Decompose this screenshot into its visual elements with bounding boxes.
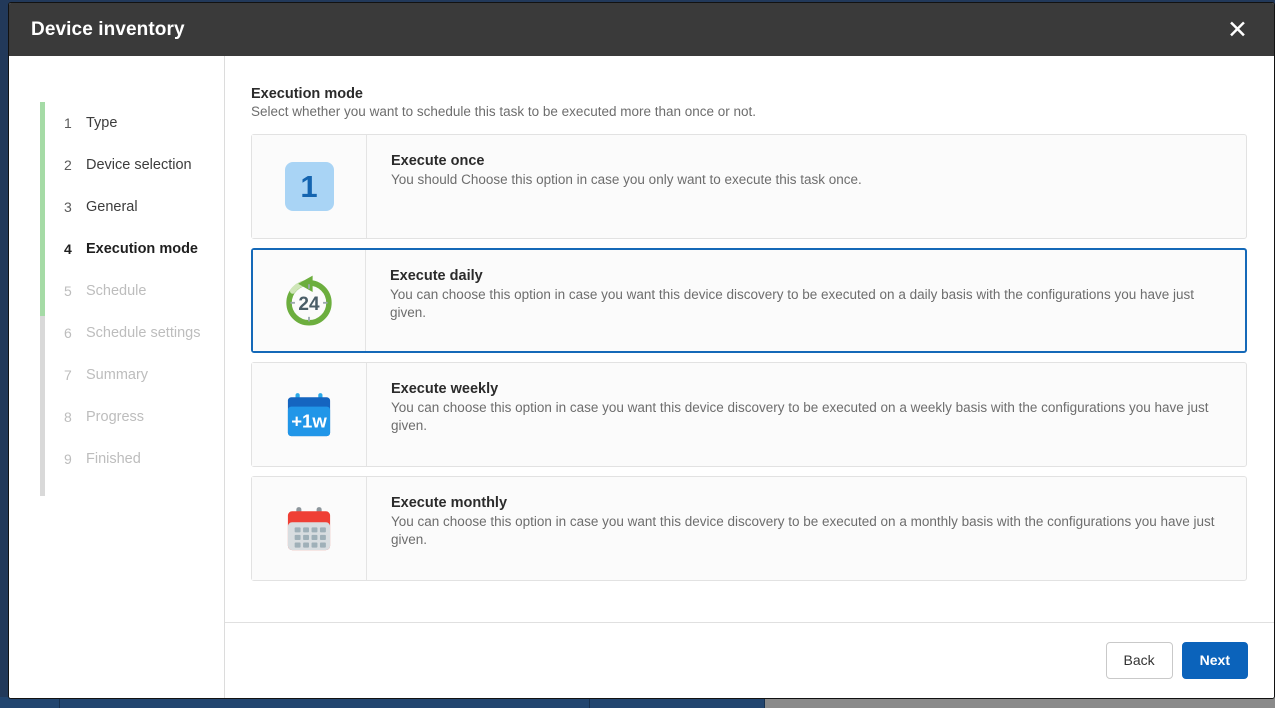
number-one-icon: 1	[284, 162, 334, 211]
option-title: Execute once	[391, 153, 485, 169]
device-inventory-dialog: Device inventory ✕ 1 Type 2 Device selec…	[8, 2, 1275, 699]
option-icon-cell: 1	[252, 135, 367, 238]
step-label: General	[86, 199, 138, 215]
main-pane: Execution mode Select whether you want t…	[225, 56, 1274, 698]
step-number: 2	[64, 157, 72, 173]
option-icon-cell: 24	[253, 250, 366, 351]
dialog-footer: Back Next	[225, 622, 1274, 698]
option-text-cell: Execute daily You can choose this option…	[366, 250, 1245, 351]
option-description: You can choose this option in case you w…	[390, 287, 1194, 320]
back-button[interactable]: Back	[1105, 642, 1173, 679]
option-card-execute-weekly[interactable]: +1w Execute weekly You can choose this o…	[251, 362, 1247, 467]
step-track	[40, 102, 45, 496]
option-description: You can choose this option in case you w…	[391, 400, 1209, 433]
calendar-month-icon	[287, 506, 331, 550]
page-subtitle: Select whether you want to schedule this…	[251, 104, 757, 119]
option-icon-cell: +1w	[252, 363, 367, 466]
page-title: Execution mode	[251, 86, 363, 102]
option-description: You should Choose this option in case yo…	[391, 172, 862, 187]
option-text-cell: Execute weekly You can choose this optio…	[367, 363, 1246, 466]
svg-text:+1w: +1w	[291, 410, 327, 431]
dialog-titlebar: Device inventory ✕	[9, 3, 1274, 56]
next-button[interactable]: Next	[1181, 642, 1248, 679]
step-label: Progress	[86, 409, 145, 425]
step-number: 6	[64, 325, 72, 341]
step-number: 8	[64, 409, 72, 425]
step-track-progress	[40, 102, 45, 316]
step-label: Schedule settings	[86, 325, 201, 341]
dialog-title: Device inventory	[31, 18, 185, 40]
option-title: Execute weekly	[391, 381, 499, 397]
option-text-cell: Execute monthly You can choose this opti…	[367, 477, 1246, 580]
option-description: You can choose this option in case you w…	[391, 514, 1215, 547]
step-number: 1	[64, 115, 72, 131]
svg-text:24: 24	[298, 294, 320, 315]
close-icon[interactable]: ✕	[1219, 15, 1256, 44]
option-card-execute-daily[interactable]: 24 Execute daily You can choose this opt…	[251, 248, 1247, 353]
option-text-cell: Execute once You should Choose this opti…	[367, 135, 1246, 238]
calendar-plus-one-week-icon: +1w	[287, 392, 331, 436]
step-label: Schedule	[86, 283, 147, 299]
option-title: Execute daily	[390, 268, 483, 284]
step-number: 4	[64, 241, 72, 257]
24-hour-refresh-icon: 24	[286, 275, 332, 325]
option-card-execute-once[interactable]: 1 Execute once You should Choose this op…	[251, 134, 1247, 239]
step-label: Execution mode	[86, 241, 198, 257]
step-number: 5	[64, 283, 72, 299]
step-label: Type	[86, 115, 118, 131]
content-area: Execution mode Select whether you want t…	[225, 56, 1274, 622]
step-label: Finished	[86, 451, 141, 467]
step-number: 3	[64, 199, 72, 215]
option-icon-cell	[252, 477, 367, 580]
option-title: Execute monthly	[391, 495, 508, 511]
step-number: 7	[64, 367, 72, 383]
dialog-body: 1 Type 2 Device selection 3 General 4 Ex…	[9, 56, 1274, 698]
step-number: 9	[64, 451, 72, 467]
wizard-step-sidebar: 1 Type 2 Device selection 3 General 4 Ex…	[9, 56, 225, 698]
step-label: Device selection	[86, 157, 192, 173]
option-card-execute-monthly[interactable]: Execute monthly You can choose this opti…	[251, 476, 1247, 581]
step-label: Summary	[86, 367, 149, 383]
